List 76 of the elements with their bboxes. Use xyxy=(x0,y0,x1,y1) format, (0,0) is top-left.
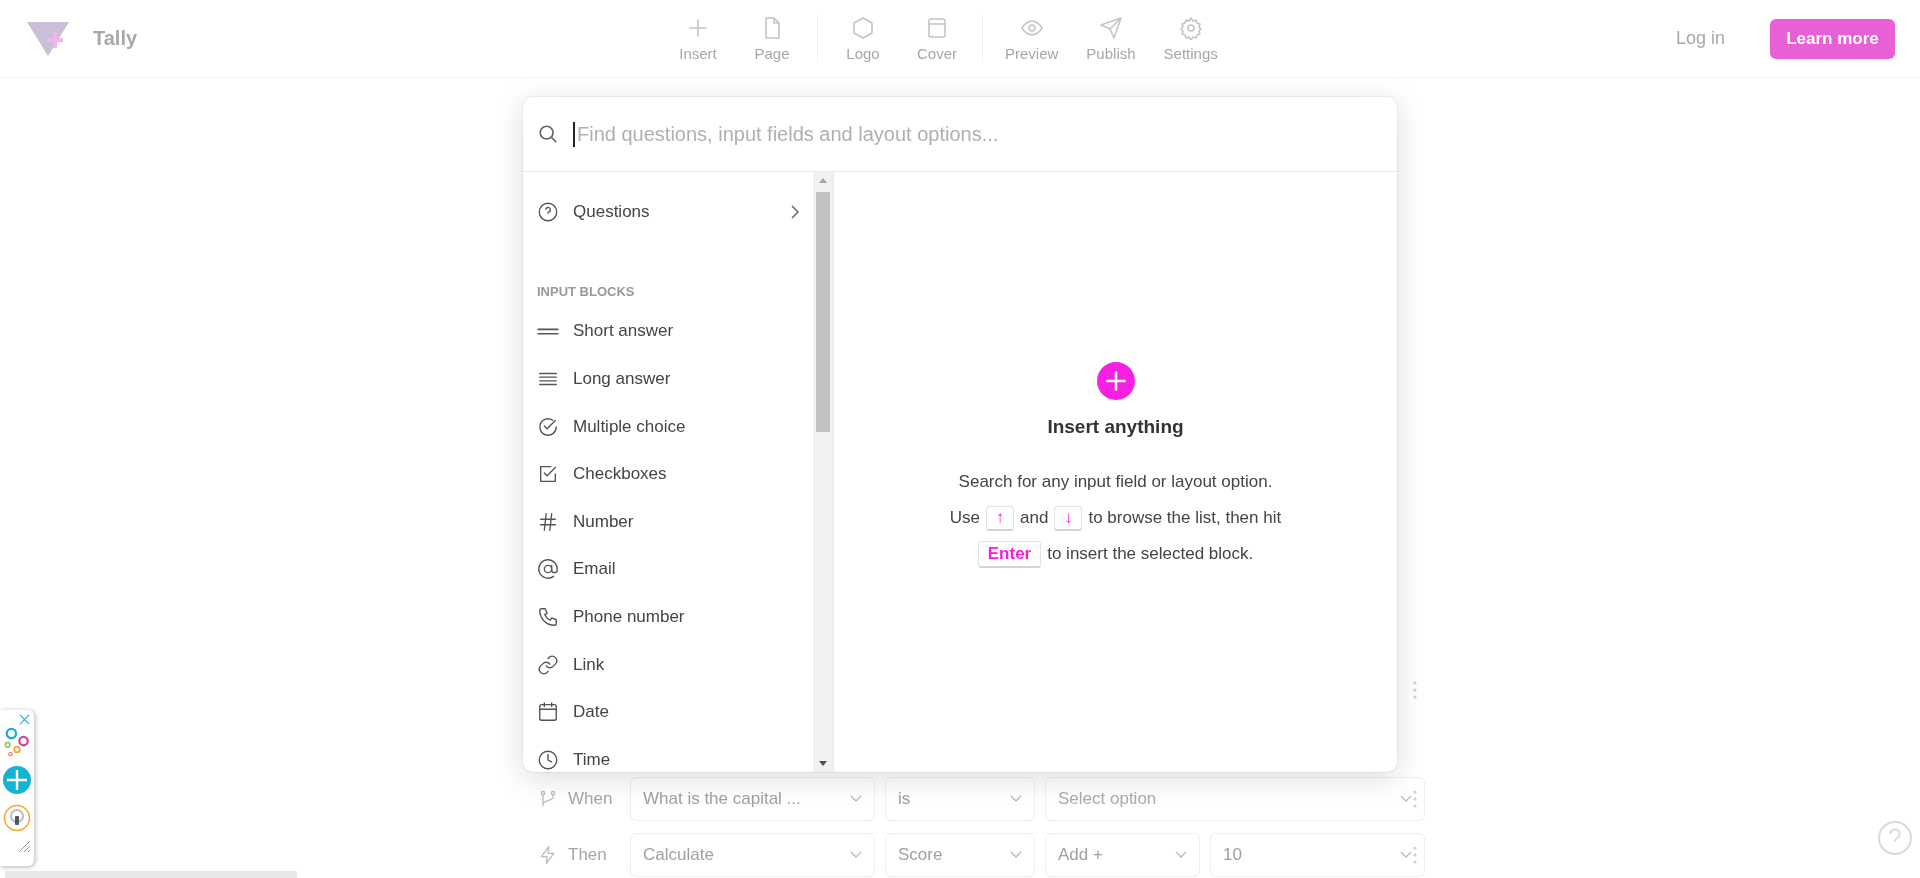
toolbar-button[interactable]: Publish xyxy=(1076,11,1146,66)
plus-circle-icon[interactable] xyxy=(3,766,31,794)
dropdown-field[interactable]: Calculate xyxy=(630,833,875,877)
chevron-down-icon xyxy=(1175,851,1187,859)
toolbar-button[interactable]: Cover xyxy=(904,11,970,66)
learn-more-button[interactable]: Learn more xyxy=(1770,18,1895,59)
settings-icon xyxy=(1178,15,1203,40)
chevron-down-icon xyxy=(1010,795,1022,803)
menu-item[interactable]: Link xyxy=(523,640,813,689)
menu-item[interactable]: Email xyxy=(523,545,813,594)
help-text: and xyxy=(1020,508,1049,528)
help-text: to browse the list, then hit xyxy=(1088,508,1282,528)
plus-circle-icon xyxy=(1096,362,1135,400)
chevron-down-icon xyxy=(1400,795,1412,803)
more-icon[interactable] xyxy=(1412,845,1418,865)
dropdown-field[interactable]: is xyxy=(885,777,1035,821)
question-icon xyxy=(537,200,559,223)
login-link[interactable]: Log in xyxy=(1675,28,1725,49)
chevron-down-icon xyxy=(850,795,862,803)
brand-name: Tally xyxy=(93,27,138,50)
dropdown-field[interactable]: Score xyxy=(885,833,1035,877)
hexagon-icon xyxy=(851,15,875,40)
menu-item[interactable]: Time xyxy=(523,735,813,772)
at-sign-icon xyxy=(537,558,559,581)
chevron-down-icon xyxy=(1400,851,1412,859)
menu-item[interactable]: Questions xyxy=(523,188,813,236)
hash-icon xyxy=(537,510,559,533)
toolbar-button[interactable]: Logo xyxy=(830,11,896,66)
chevron-right-icon xyxy=(791,204,799,219)
help-text: Use xyxy=(949,508,981,528)
menu-item[interactable]: Long answer xyxy=(523,355,813,403)
toolbar-button[interactable]: Page xyxy=(739,11,805,66)
clock-icon xyxy=(537,748,559,771)
lightbulb-icon[interactable] xyxy=(3,804,31,832)
menu-item[interactable]: Multiple choice xyxy=(523,402,813,451)
dropdown-field[interactable]: What is the capital ... xyxy=(630,777,875,821)
more-icon[interactable] xyxy=(1412,680,1418,700)
logo-icon[interactable] xyxy=(25,19,71,58)
search-icon xyxy=(537,123,559,145)
scrollbar[interactable] xyxy=(813,172,834,772)
chevron-down-icon xyxy=(1010,851,1022,859)
search-field[interactable]: Find questions, input fields and layout options... xyxy=(573,121,1383,147)
chevron-down-icon xyxy=(850,851,862,859)
condition-label: When xyxy=(568,789,613,809)
toolbar-button[interactable]: Insert xyxy=(665,11,731,66)
help-icon[interactable] xyxy=(1877,820,1913,856)
key-hint: ↓ xyxy=(1054,505,1083,531)
key-hint: Enter xyxy=(977,540,1042,568)
send-icon xyxy=(1098,15,1123,40)
card-icon xyxy=(925,15,949,40)
menu-item[interactable]: Phone number xyxy=(523,593,813,641)
calendar-icon xyxy=(537,701,559,724)
toolbar-button[interactable]: Preview xyxy=(995,11,1069,66)
empty-state-title: Insert anything xyxy=(1047,416,1184,438)
key-hint: ↑ xyxy=(986,505,1015,531)
close-icon[interactable] xyxy=(19,714,30,725)
resize-grip-icon[interactable] xyxy=(17,839,31,853)
help-text: Search for any input field or layout option. xyxy=(958,472,1273,492)
menu-item[interactable]: Number xyxy=(523,497,813,546)
dropdown-field[interactable]: 10 xyxy=(1210,833,1425,877)
more-icon[interactable] xyxy=(1412,789,1418,809)
double-line-icon xyxy=(537,327,559,335)
menu-item[interactable]: Checkboxes xyxy=(523,450,813,498)
branch-icon xyxy=(538,789,558,809)
toolbar-button[interactable]: Settings xyxy=(1153,11,1228,66)
condition-label: Then xyxy=(568,845,607,865)
dropdown-field[interactable]: Select option xyxy=(1045,777,1425,821)
check-circle-icon xyxy=(537,415,559,438)
phone-icon xyxy=(537,605,559,628)
help-text: to insert the selected block. xyxy=(1047,544,1254,564)
link-icon xyxy=(537,653,559,676)
section-heading: INPUT BLOCKS xyxy=(536,283,636,302)
menu-item[interactable]: Short answer xyxy=(523,307,813,356)
dropdown-field[interactable]: Add + xyxy=(1045,833,1200,877)
circles-icon[interactable] xyxy=(3,727,31,757)
menu-item[interactable]: Date xyxy=(523,688,813,736)
